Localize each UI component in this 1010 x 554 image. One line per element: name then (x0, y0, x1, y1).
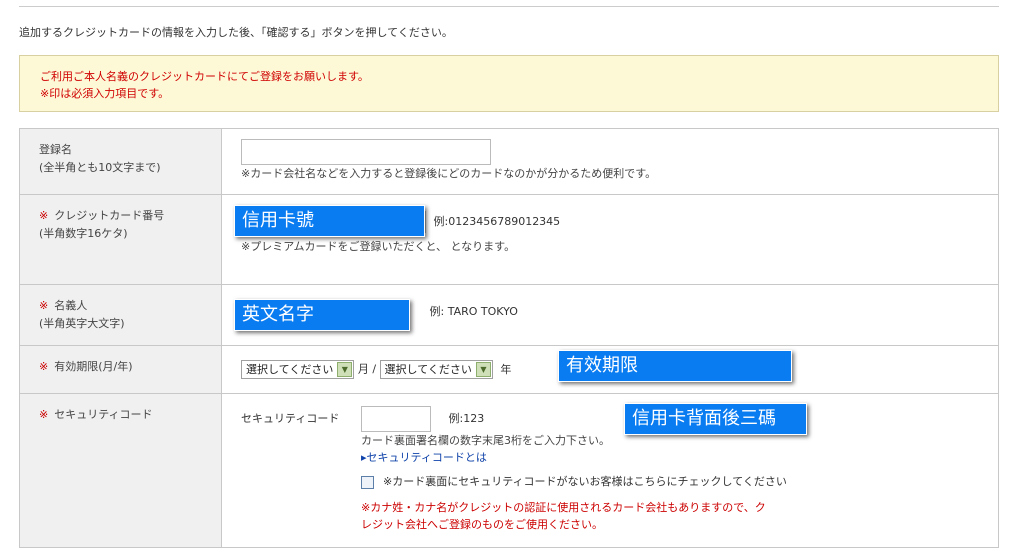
label-registration-name: 登録名 (39, 143, 72, 156)
overlay-security-code: 信用卡背面後三碼 (624, 403, 807, 435)
security-code-help-link[interactable]: ▸セキュリティコードとは (361, 449, 787, 466)
required-mark: ※ (39, 408, 49, 421)
sublabel-card-holder: (半角英字大文字) (39, 317, 125, 330)
label-expiry: 有効期限(月/年) (54, 360, 133, 373)
card-number-example: 例:0123456789012345 (433, 215, 561, 228)
expiry-month-select[interactable]: 選択してください ▼ (241, 360, 355, 379)
overlay-expiry: 有效期限 (558, 350, 792, 382)
label-security-code: セキュリティコード (54, 408, 153, 421)
value-cell: セキュリティコード 例:123 カード裏面署名欄の数字末尾3桁をご入力下さい。 … (221, 393, 999, 548)
security-code-input[interactable] (361, 406, 431, 432)
notice-box: ご利用ご本人名義のクレジットカードにてご登録をお願いします。 ※印は必須入力項目… (19, 55, 999, 112)
label-cell: 登録名 (全半角とも10文字まで) (19, 128, 222, 195)
label-card-number: クレジットカード番号 (54, 209, 165, 222)
required-mark: ※ (39, 360, 49, 373)
expiry-year-value: 選択してください (384, 363, 472, 376)
security-warning-line-2: レジット会社へご登録のものをご使用ください。 (361, 518, 603, 531)
no-security-code-checkbox[interactable] (361, 475, 374, 489)
card-form-table: 登録名 (全半角とも10文字まで) ※カード会社名などを入力すると登録後にどのカ… (19, 128, 999, 548)
registration-name-input[interactable] (241, 139, 491, 165)
label-cell: ※ セキュリティコード (19, 393, 222, 548)
chevron-down-icon: ▼ (475, 362, 491, 377)
label-cell: ※ 有効期限(月/年) (19, 345, 222, 394)
chevron-down-icon: ▼ (337, 362, 353, 377)
row-card-holder: ※ 名義人 (半角英字大文字) 例: TARO TOKYO (19, 284, 999, 346)
sublabel-registration-name: (全半角とも10文字まで) (39, 161, 161, 174)
row-card-number: ※ クレジットカード番号 (半角数字16ケタ) 例:012345678901234… (19, 194, 999, 285)
expiry-month-value: 選択してください (246, 363, 334, 376)
security-field-label: セキュリティコード (241, 412, 340, 425)
top-divider (19, 6, 999, 7)
overlay-card-number: 信用卡號 (234, 205, 425, 237)
security-warning-line-1: ※カナ姓・カナ名がクレジットの認証に使用されるカード会社もありますので、ク (361, 501, 766, 514)
label-card-holder: 名義人 (54, 299, 88, 312)
label-cell: ※ クレジットカード番号 (半角数字16ケタ) (19, 194, 222, 285)
row-security-code: ※ セキュリティコード セキュリティコード 例:123 カード裏面署名欄の数字末尾… (19, 393, 999, 548)
row-expiry: ※ 有効期限(月/年) 選択してください ▼ 月 / 選択してください ▼ 年 (19, 345, 999, 394)
required-mark: ※ (39, 209, 49, 222)
notice-line-1: ご利用ご本人名義のクレジットカードにてご登録をお願いします。 (40, 70, 369, 83)
year-unit: 年 (500, 362, 512, 376)
intro-text: 追加するクレジットカードの情報を入力した後、「確認する」ボタンを押してください。 (19, 26, 453, 39)
notice-line-2: ※印は必須入力項目です。 (40, 87, 170, 100)
sublabel-card-number: (半角数字16ケタ) (39, 227, 128, 240)
month-unit: 月 / (357, 362, 377, 376)
required-mark: ※ (39, 299, 49, 312)
registration-name-note: ※カード会社名などを入力すると登録後にどのカードなのかが分かるため便利です。 (241, 167, 657, 180)
card-number-note: ※プレミアムカードをご登録いただくと、 となります。 (241, 240, 516, 253)
value-cell: ※カード会社名などを入力すると登録後にどのカードなのかが分かるため便利です。 (221, 128, 999, 195)
security-code-example: 例:123 (448, 412, 485, 425)
no-security-code-label: ※カード裏面にセキュリティコードがないお客様はこちらにチェックしてください (383, 475, 787, 488)
overlay-card-holder: 英文名字 (234, 299, 410, 331)
no-security-code-option: ※カード裏面にセキュリティコードがないお客様はこちらにチェックしてください (361, 473, 787, 490)
expiry-year-select[interactable]: 選択してください ▼ (379, 360, 493, 379)
label-cell: ※ 名義人 (半角英字大文字) (19, 284, 222, 346)
row-registration-name: 登録名 (全半角とも10文字まで) ※カード会社名などを入力すると登録後にどのカ… (19, 128, 999, 195)
card-holder-example: 例: TARO TOKYO (429, 305, 518, 318)
